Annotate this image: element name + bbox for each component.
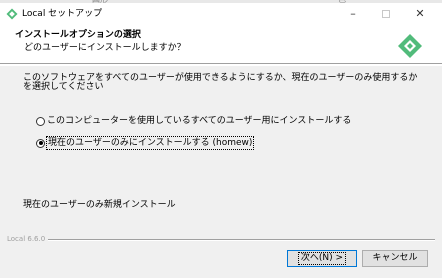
local-app-icon [6, 8, 18, 20]
window-title: Local セットアップ [22, 9, 103, 19]
next-button-label: 次へ(N) > [297, 252, 347, 265]
maximize-button[interactable] [371, 5, 401, 23]
install-status-text: 現在のユーザーのみ新規インストール [23, 200, 176, 210]
current-user-option[interactable]: 現在のユーザーのみにインストールする (homew) [36, 136, 255, 150]
close-button[interactable]: ✕ [405, 5, 435, 23]
maximize-icon [382, 10, 390, 18]
minimize-button[interactable]: – [338, 5, 368, 23]
separator-line [7, 239, 435, 241]
radio-current-user[interactable] [36, 138, 45, 148]
current-user-label[interactable]: 現在のユーザーのみにインストールする (homew) [46, 136, 255, 150]
all-users-label[interactable]: このコンピューターを使用しているすべてのユーザー用にインストールする [46, 115, 352, 127]
local-logo-icon [398, 34, 422, 58]
page-subtitle: どのユーザーにインストールしますか？ [24, 43, 186, 53]
all-users-option[interactable]: このコンピューターを使用しているすべてのユーザー用にインストールする [36, 114, 352, 128]
cancel-button[interactable]: キャンセル [362, 250, 428, 267]
brand-separator: Local 6.6.0 [7, 233, 435, 245]
radio-all-users[interactable] [36, 116, 45, 126]
next-button[interactable]: 次へ(N) > [287, 250, 357, 267]
wizard-header: インストールオプションの選択 どのユーザーにインストールしますか？ [0, 25, 442, 64]
wizard-footer: Local 6.6.0 次へ(N) > キャンセル [0, 233, 442, 278]
wizard-content: このソフトウェアをすべてのユーザーが使用できるようにするか、現在のユーザーのみ使… [0, 65, 442, 239]
page-title: インストールオプションの選択 [15, 30, 141, 40]
description-text: このソフトウェアをすべてのユーザーが使用できるようにするか、現在のユーザーのみ使… [23, 73, 418, 92]
brand-version-text: Local 6.6.0 [7, 233, 49, 245]
title-bar[interactable]: Local セットアップ – ✕ [0, 3, 442, 25]
